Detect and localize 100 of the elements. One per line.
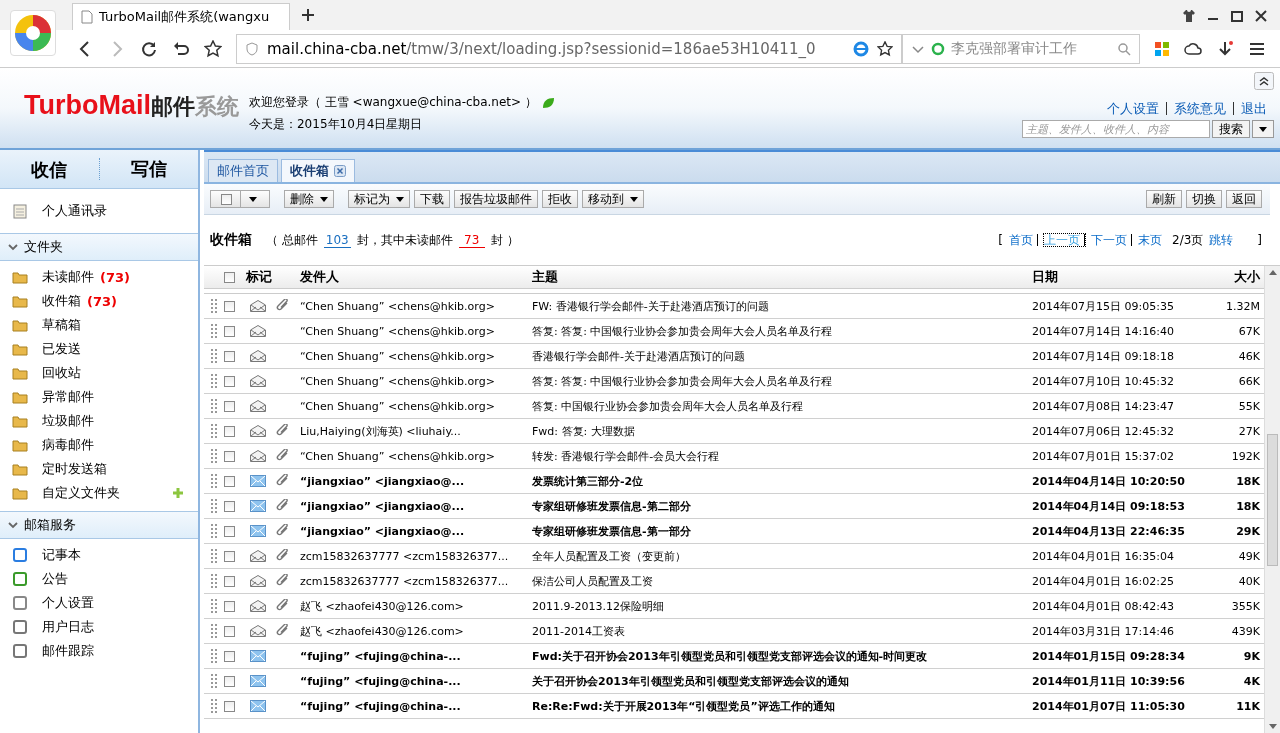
row-checkbox[interactable] bbox=[224, 425, 235, 437]
star-icon[interactable] bbox=[204, 39, 222, 58]
drag-handle-icon[interactable] bbox=[211, 549, 217, 563]
folder-link[interactable]: 邮件跟踪 bbox=[42, 642, 94, 660]
contacts-link[interactable]: 个人通讯录 bbox=[42, 202, 107, 220]
column-header[interactable]: 主题 bbox=[532, 268, 1032, 286]
mail-search-field[interactable]: 主题、发件人、收件人、内容 bbox=[1022, 120, 1210, 138]
drag-handle-icon[interactable] bbox=[211, 699, 217, 713]
drag-handle-icon[interactable] bbox=[211, 599, 217, 613]
select-all-checkbox[interactable] bbox=[224, 271, 235, 283]
column-header[interactable]: 标记 bbox=[242, 268, 300, 286]
toolbar-button[interactable]: 标记为 bbox=[348, 190, 410, 208]
toolbar-button[interactable]: 切换 bbox=[1186, 190, 1222, 208]
search-icon[interactable] bbox=[1117, 41, 1131, 56]
row-checkbox[interactable] bbox=[224, 700, 235, 712]
subject-link[interactable]: 发票统计第三部分-2位 bbox=[532, 473, 1032, 489]
drag-handle-icon[interactable] bbox=[211, 574, 217, 588]
search-field[interactable]: 李克强部署审计工作 bbox=[902, 33, 1140, 64]
browser-tab[interactable]: TurboMail邮件系统(wangxu bbox=[72, 3, 290, 30]
column-header[interactable]: 大小 bbox=[1214, 268, 1264, 286]
drag-handle-icon[interactable] bbox=[211, 399, 217, 413]
row-checkbox[interactable] bbox=[224, 500, 235, 512]
subject-link[interactable]: 全年人员配置及工资（变更前） bbox=[532, 548, 1032, 564]
add-icon[interactable] bbox=[172, 487, 184, 499]
drag-handle-icon[interactable] bbox=[211, 674, 217, 688]
sidebar-tab[interactable]: 写信 bbox=[99, 150, 198, 188]
subject-link[interactable]: 答复: 答复: 中国银行业协会参加贵会周年大会人员名单及行程 bbox=[532, 373, 1032, 389]
pager-link[interactable]: 首页 bbox=[1009, 234, 1038, 246]
column-header[interactable]: 日期 bbox=[1032, 268, 1214, 286]
folder-link[interactable]: 收件箱 bbox=[42, 292, 81, 310]
mail-tab[interactable]: 邮件首页 bbox=[208, 159, 278, 182]
folder-link[interactable]: 定时发送箱 bbox=[42, 460, 107, 478]
header-link[interactable]: 退出 bbox=[1233, 102, 1274, 115]
row-checkbox[interactable] bbox=[224, 375, 235, 387]
row-checkbox[interactable] bbox=[224, 350, 235, 362]
folder-link[interactable]: 回收站 bbox=[42, 364, 81, 382]
address-field[interactable]: mail.china-cba.net/tmw/3/next/loading.jsp?sessionid=186ae53H10411_0 bbox=[236, 33, 902, 64]
maximize-icon[interactable] bbox=[1230, 9, 1244, 23]
row-checkbox[interactable] bbox=[224, 675, 235, 687]
scroll-down-icon[interactable] bbox=[1268, 724, 1277, 729]
row-checkbox[interactable] bbox=[224, 450, 235, 462]
folder-link[interactable]: 记事本 bbox=[42, 546, 81, 564]
folder-link[interactable]: 垃圾邮件 bbox=[42, 412, 94, 430]
sidebar-tab[interactable]: 收信 bbox=[0, 158, 100, 180]
shirt-icon[interactable] bbox=[1182, 9, 1196, 23]
browser-logo-icon[interactable] bbox=[10, 10, 56, 56]
star-icon[interactable] bbox=[877, 40, 893, 57]
scroll-thumb[interactable] bbox=[1267, 433, 1278, 566]
row-checkbox[interactable] bbox=[224, 400, 235, 412]
row-checkbox[interactable] bbox=[224, 325, 235, 337]
scroll-up-icon[interactable] bbox=[1268, 270, 1277, 275]
pager-link[interactable]: 下一页 bbox=[1091, 234, 1132, 246]
folder-link[interactable]: 已发送 bbox=[42, 340, 81, 358]
subject-link[interactable]: 关于召开协会2013年引领型党员和引领型党支部评选会议的通知 bbox=[532, 673, 1032, 689]
drag-handle-icon[interactable] bbox=[211, 349, 217, 363]
subject-link[interactable]: 2011-2014工资表 bbox=[532, 623, 1032, 639]
apps-icon[interactable] bbox=[1154, 40, 1170, 57]
drag-handle-icon[interactable] bbox=[211, 474, 217, 488]
pager-link[interactable]: 末页 bbox=[1138, 234, 1166, 246]
subject-link[interactable]: 答复: 答复: 中国银行业协会参加贵会周年大会人员名单及行程 bbox=[532, 323, 1032, 339]
row-checkbox[interactable] bbox=[224, 300, 235, 312]
folder-link[interactable]: 用户日志 bbox=[42, 618, 94, 636]
subject-link[interactable]: Re:Re:Fwd:关于开展2013年“引领型党员”评选工作的通知 bbox=[532, 698, 1032, 714]
row-checkbox[interactable] bbox=[224, 650, 235, 662]
search-options-button[interactable] bbox=[1252, 120, 1274, 138]
subject-link[interactable]: 专家组研修班发票信息-第一部分 bbox=[532, 523, 1032, 539]
row-checkbox[interactable] bbox=[224, 600, 235, 612]
toolbar-button[interactable]: 返回 bbox=[1226, 190, 1262, 208]
drag-handle-icon[interactable] bbox=[211, 449, 217, 463]
new-tab-icon[interactable] bbox=[300, 7, 316, 23]
scrollbar-track[interactable] bbox=[1264, 266, 1280, 733]
drag-handle-icon[interactable] bbox=[211, 299, 217, 313]
section-header[interactable]: 邮箱服务 bbox=[0, 511, 198, 539]
subject-link[interactable]: 香港银行学会邮件-关于赴港酒店预订的问题 bbox=[532, 348, 1032, 364]
row-checkbox[interactable] bbox=[224, 550, 235, 562]
drag-handle-icon[interactable] bbox=[211, 324, 217, 338]
folder-link[interactable]: 异常邮件 bbox=[42, 388, 94, 406]
row-checkbox[interactable] bbox=[224, 575, 235, 587]
subject-link[interactable]: 专家组研修班发票信息-第二部分 bbox=[532, 498, 1032, 514]
drag-handle-icon[interactable] bbox=[211, 374, 217, 388]
close-icon[interactable] bbox=[1254, 9, 1268, 23]
toolbar-button[interactable]: 下载 bbox=[414, 190, 450, 208]
select-dropdown-button[interactable] bbox=[210, 190, 270, 208]
folder-link[interactable]: 病毒邮件 bbox=[42, 436, 94, 454]
subject-link[interactable]: Fwd:关于召开协会2013年引领型党员和引领型党支部评选会议的通知-时间更改 bbox=[532, 648, 1032, 664]
drag-handle-icon[interactable] bbox=[211, 499, 217, 513]
folder-link[interactable]: 未读邮件 bbox=[42, 268, 94, 286]
header-link[interactable]: 个人设置 bbox=[1100, 102, 1166, 115]
reload-icon[interactable] bbox=[140, 39, 158, 58]
download-icon[interactable] bbox=[1216, 39, 1234, 58]
collapse-icon[interactable] bbox=[1254, 72, 1274, 90]
subject-link[interactable]: 2011.9-2013.12保险明细 bbox=[532, 598, 1032, 614]
jump-link[interactable]: 跳转 bbox=[1209, 234, 1238, 246]
close-icon[interactable] bbox=[334, 165, 346, 177]
subject-link[interactable]: Fwd: 答复: 大理数据 bbox=[532, 423, 1032, 439]
subject-link[interactable]: 转发: 香港银行学会邮件-会员大会行程 bbox=[532, 448, 1032, 464]
folder-link[interactable]: 草稿箱 bbox=[42, 316, 81, 334]
toolbar-button[interactable]: 拒收 bbox=[542, 190, 578, 208]
toolbar-button[interactable]: 报告垃圾邮件 bbox=[454, 190, 538, 208]
drag-handle-icon[interactable] bbox=[211, 424, 217, 438]
